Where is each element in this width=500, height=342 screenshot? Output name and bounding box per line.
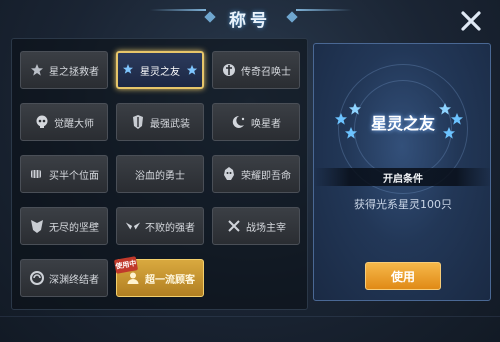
title-tile[interactable]: 觉醒大师 [20, 103, 108, 141]
page-title: 称号 [229, 10, 271, 31]
condition-text: 获得光系星灵100只 [354, 198, 452, 211]
use-button[interactable]: 使用 [365, 262, 441, 290]
shield-icon [29, 218, 45, 234]
title-label: 星灵之友 [140, 66, 180, 78]
moon-star-icon [231, 114, 247, 130]
title-label: 无尽的坚壁 [49, 222, 99, 234]
title-tile-active[interactable]: 使用中 超一流顾客 [113, 256, 204, 297]
title-tile[interactable]: 不败的强者 [116, 207, 204, 245]
title-tile[interactable]: 浴血的勇士 [116, 155, 204, 193]
title-label: 买半个位面 [49, 170, 99, 182]
title-tile[interactable]: 买半个位面 [20, 155, 108, 193]
title-decoration-left [150, 9, 206, 11]
vortex-icon [29, 270, 45, 286]
title-tile[interactable]: 深渊终结者 [20, 259, 108, 297]
title-label: 战场主宰 [246, 222, 286, 234]
title-label: 不败的强者 [145, 222, 195, 234]
sword-emblem-icon [221, 62, 237, 78]
skull-icon [34, 114, 50, 130]
wings-icon [125, 218, 141, 234]
condition-header-label: 开启条件 [383, 173, 423, 185]
stars-icon [120, 62, 136, 78]
title-label: 最强武装 [150, 118, 190, 130]
detail-title: 星灵之友 [370, 114, 435, 133]
title-decoration-right [296, 9, 352, 11]
title-wrap: 称号 [200, 6, 300, 31]
armor-icon [130, 114, 146, 130]
title-detail-panel: 星灵之友 开启条件 获得光系星灵100只 使用 [313, 43, 491, 301]
title-grid-panel: 星之拯救者 星灵之友 传奇召唤士 觉醒大师 最强武装 唤星者 买半个位面 浴血的… [11, 38, 308, 310]
star-emblem-icon [29, 62, 45, 78]
bottom-decoration [0, 316, 500, 336]
title-tile-selected[interactable]: 星灵之友 [116, 51, 204, 89]
title-label: 传奇召唤士 [241, 66, 291, 78]
use-button-label: 使用 [390, 269, 415, 284]
title-tile[interactable]: 星之拯救者 [20, 51, 108, 89]
title-label: 唤星者 [251, 118, 281, 130]
close-button[interactable] [456, 6, 486, 36]
title-tile[interactable]: 唤星者 [212, 103, 300, 141]
title-tile[interactable]: 传奇召唤士 [212, 51, 300, 89]
title-label: 荣耀即吾命 [241, 170, 291, 182]
header: 称号 [0, 0, 500, 36]
title-tile[interactable]: 无尽的坚壁 [20, 207, 108, 245]
title-label: 深渊终结者 [49, 274, 99, 286]
title-label: 超一流顾客 [145, 274, 195, 286]
fist-icon [29, 166, 45, 182]
crossed-swords-icon [226, 218, 242, 234]
close-icon[interactable] [460, 10, 482, 32]
stars-icon-right [184, 62, 200, 78]
title-label: 浴血的勇士 [135, 170, 185, 182]
condition-header: 开启条件 [314, 168, 490, 186]
title-tile[interactable]: 荣耀即吾命 [212, 155, 300, 193]
title-label: 星之拯救者 [49, 66, 99, 78]
title-tile[interactable]: 最强武装 [116, 103, 204, 141]
title-label: 觉醒大师 [54, 118, 94, 130]
title-tile[interactable]: 战场主宰 [212, 207, 300, 245]
user-icon [125, 270, 141, 286]
lion-icon [221, 166, 237, 182]
